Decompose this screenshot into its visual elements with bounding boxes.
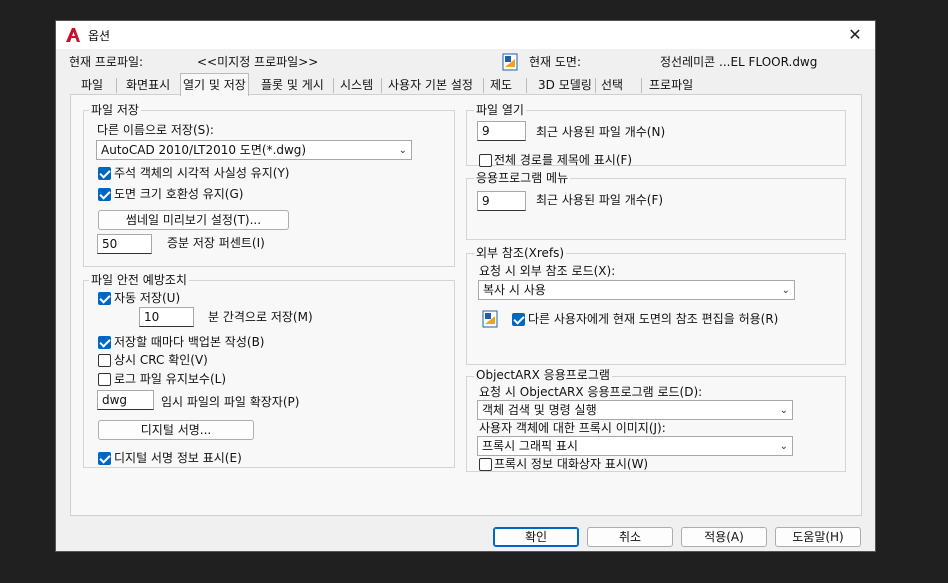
tab-system[interactable]: 시스템 [338, 76, 375, 94]
window-title: 옵션 [88, 29, 111, 43]
incremental-save-input[interactable]: 50 [97, 234, 152, 254]
app-menu-recent-count-input[interactable]: 9 [477, 191, 526, 211]
backup-copy-label: 저장할 때마다 백업본 작성(B) [114, 335, 265, 349]
apply-button[interactable]: 적용(A) [681, 527, 767, 547]
tab-plot-and-publish[interactable]: 플롯 및 게시 [259, 76, 326, 94]
current-profile-label: 현재 프로파일: [69, 55, 144, 69]
close-button[interactable]: ✕ [835, 21, 875, 49]
chevron-down-icon: ⌄ [398, 145, 407, 156]
drawing-size-compat-label: 도면 크기 호환성 유지(G) [114, 187, 244, 201]
objectarx-demand-load-value: 객체 검색 및 명령 실행 [482, 403, 597, 417]
tab-profiles[interactable]: 프로파일 [647, 76, 695, 94]
allow-xref-edit-checkbox[interactable] [512, 313, 525, 326]
chevron-down-icon: ⌄ [781, 285, 790, 296]
crc-check-checkbox[interactable] [98, 354, 111, 367]
title-bar: 옵션 ✕ [56, 21, 875, 49]
file-safety-title: 파일 안전 예방조치 [89, 273, 189, 287]
tab-files[interactable]: 파일 [79, 76, 105, 94]
drawing-file-icon [482, 310, 498, 328]
autosave-label: 자동 저장(U) [114, 291, 181, 305]
autosave-minutes-input[interactable]: 10 [139, 307, 194, 327]
tab-drafting[interactable]: 제도 [488, 76, 514, 94]
help-button[interactable]: 도움말(H) [775, 527, 861, 547]
current-drawing-value: 정선레미콘 ...EL FLOOR.dwg [660, 55, 818, 69]
current-drawing-label: 현재 도면: [529, 55, 582, 69]
ok-button[interactable]: 확인 [493, 527, 579, 547]
app-menu-recent-count-label: 최근 사용된 파일 개수(F) [536, 193, 664, 207]
annotative-fidelity-checkbox[interactable] [98, 167, 111, 180]
log-file-label: 로그 파일 유지보수(L) [114, 372, 226, 386]
digital-signatures-button[interactable]: 디지털 서명... [98, 420, 254, 440]
file-open-recent-count-input[interactable]: 9 [477, 121, 526, 141]
objectarx-demand-load-label: 요청 시 ObjectARX 응용프로그램 로드(D): [479, 385, 703, 399]
chevron-down-icon: ⌄ [779, 441, 788, 452]
tab-open-and-save[interactable]: 열기 및 저장 [180, 73, 249, 96]
drawing-file-icon [502, 53, 518, 71]
file-open-recent-count-label: 최근 사용된 파일 개수(N) [536, 125, 666, 139]
current-profile-value: <<미지정 프로파일>> [197, 55, 319, 69]
autosave-minutes-label: 분 간격으로 저장(M) [208, 310, 313, 324]
temp-file-extension-input[interactable]: dwg [97, 390, 154, 410]
proxy-info-dialog-checkbox[interactable] [479, 458, 492, 471]
full-path-in-title-checkbox[interactable] [479, 154, 492, 167]
incremental-save-label: 증분 저장 퍼센트(I) [167, 236, 265, 250]
thumbnail-preview-button[interactable]: 썸네일 미리보기 설정(T)... [98, 210, 289, 230]
tab-selection[interactable]: 선택 [599, 76, 625, 94]
proxy-images-label: 사용자 객체에 대한 프록시 이미지(J): [479, 421, 666, 435]
digital-signature-info-checkbox[interactable] [98, 452, 111, 465]
xrefs-demand-load-value: 복사 시 사용 [483, 283, 546, 297]
backup-copy-checkbox[interactable] [98, 336, 111, 349]
file-save-title: 파일 저장 [89, 103, 141, 117]
tab-3d-modeling[interactable]: 3D 모델링 [536, 76, 594, 94]
save-as-format-select[interactable]: AutoCAD 2010/LT2010 도면(*.dwg) ⌄ [96, 140, 412, 160]
log-file-checkbox[interactable] [98, 373, 111, 386]
proxy-images-select[interactable]: 프록시 그래픽 표시 ⌄ [477, 436, 793, 456]
autosave-checkbox[interactable] [98, 292, 111, 305]
save-as-format-value: AutoCAD 2010/LT2010 도면(*.dwg) [101, 143, 307, 157]
xrefs-title: 외부 참조(Xrefs) [474, 246, 567, 260]
cancel-button[interactable]: 취소 [587, 527, 673, 547]
annotative-fidelity-label: 주석 객체의 시각적 사실성 유지(Y) [114, 166, 290, 180]
drawing-size-compat-checkbox[interactable] [98, 188, 111, 201]
options-dialog: 옵션 ✕ 현재 프로파일: <<미지정 프로파일>> 현재 도면: 정선레미콘 … [55, 20, 876, 552]
application-menu-title: 응용프로그램 메뉴 [474, 171, 571, 185]
proxy-info-dialog-label: 프록시 정보 대화상자 표시(W) [494, 457, 649, 471]
save-as-label: 다른 이름으로 저장(S): [97, 123, 214, 137]
xrefs-demand-load-select[interactable]: 복사 시 사용 ⌄ [478, 280, 795, 300]
allow-xref-edit-label: 다른 사용자에게 현재 도면의 참조 편집을 허용(R) [528, 312, 779, 326]
objectarx-title: ObjectARX 응용프로그램 [474, 368, 612, 382]
autocad-logo-icon [66, 28, 80, 42]
chevron-down-icon: ⌄ [779, 405, 788, 416]
crc-check-label: 상시 CRC 확인(V) [114, 353, 208, 367]
proxy-images-value: 프록시 그래픽 표시 [482, 439, 578, 453]
temp-file-extension-label: 임시 파일의 파일 확장자(P) [161, 395, 300, 409]
tab-display[interactable]: 화면표시 [124, 76, 172, 94]
objectarx-demand-load-select[interactable]: 객체 검색 및 명령 실행 ⌄ [477, 400, 793, 420]
full-path-in-title-label: 전체 경로를 제목에 표시(F) [494, 153, 633, 167]
tab-user-preferences[interactable]: 사용자 기본 설정 [386, 76, 475, 94]
xrefs-demand-load-label: 요청 시 외부 참조 로드(X): [479, 264, 616, 278]
digital-signature-info-label: 디지털 서명 정보 표시(E) [114, 451, 242, 465]
file-open-title: 파일 열기 [474, 103, 526, 117]
